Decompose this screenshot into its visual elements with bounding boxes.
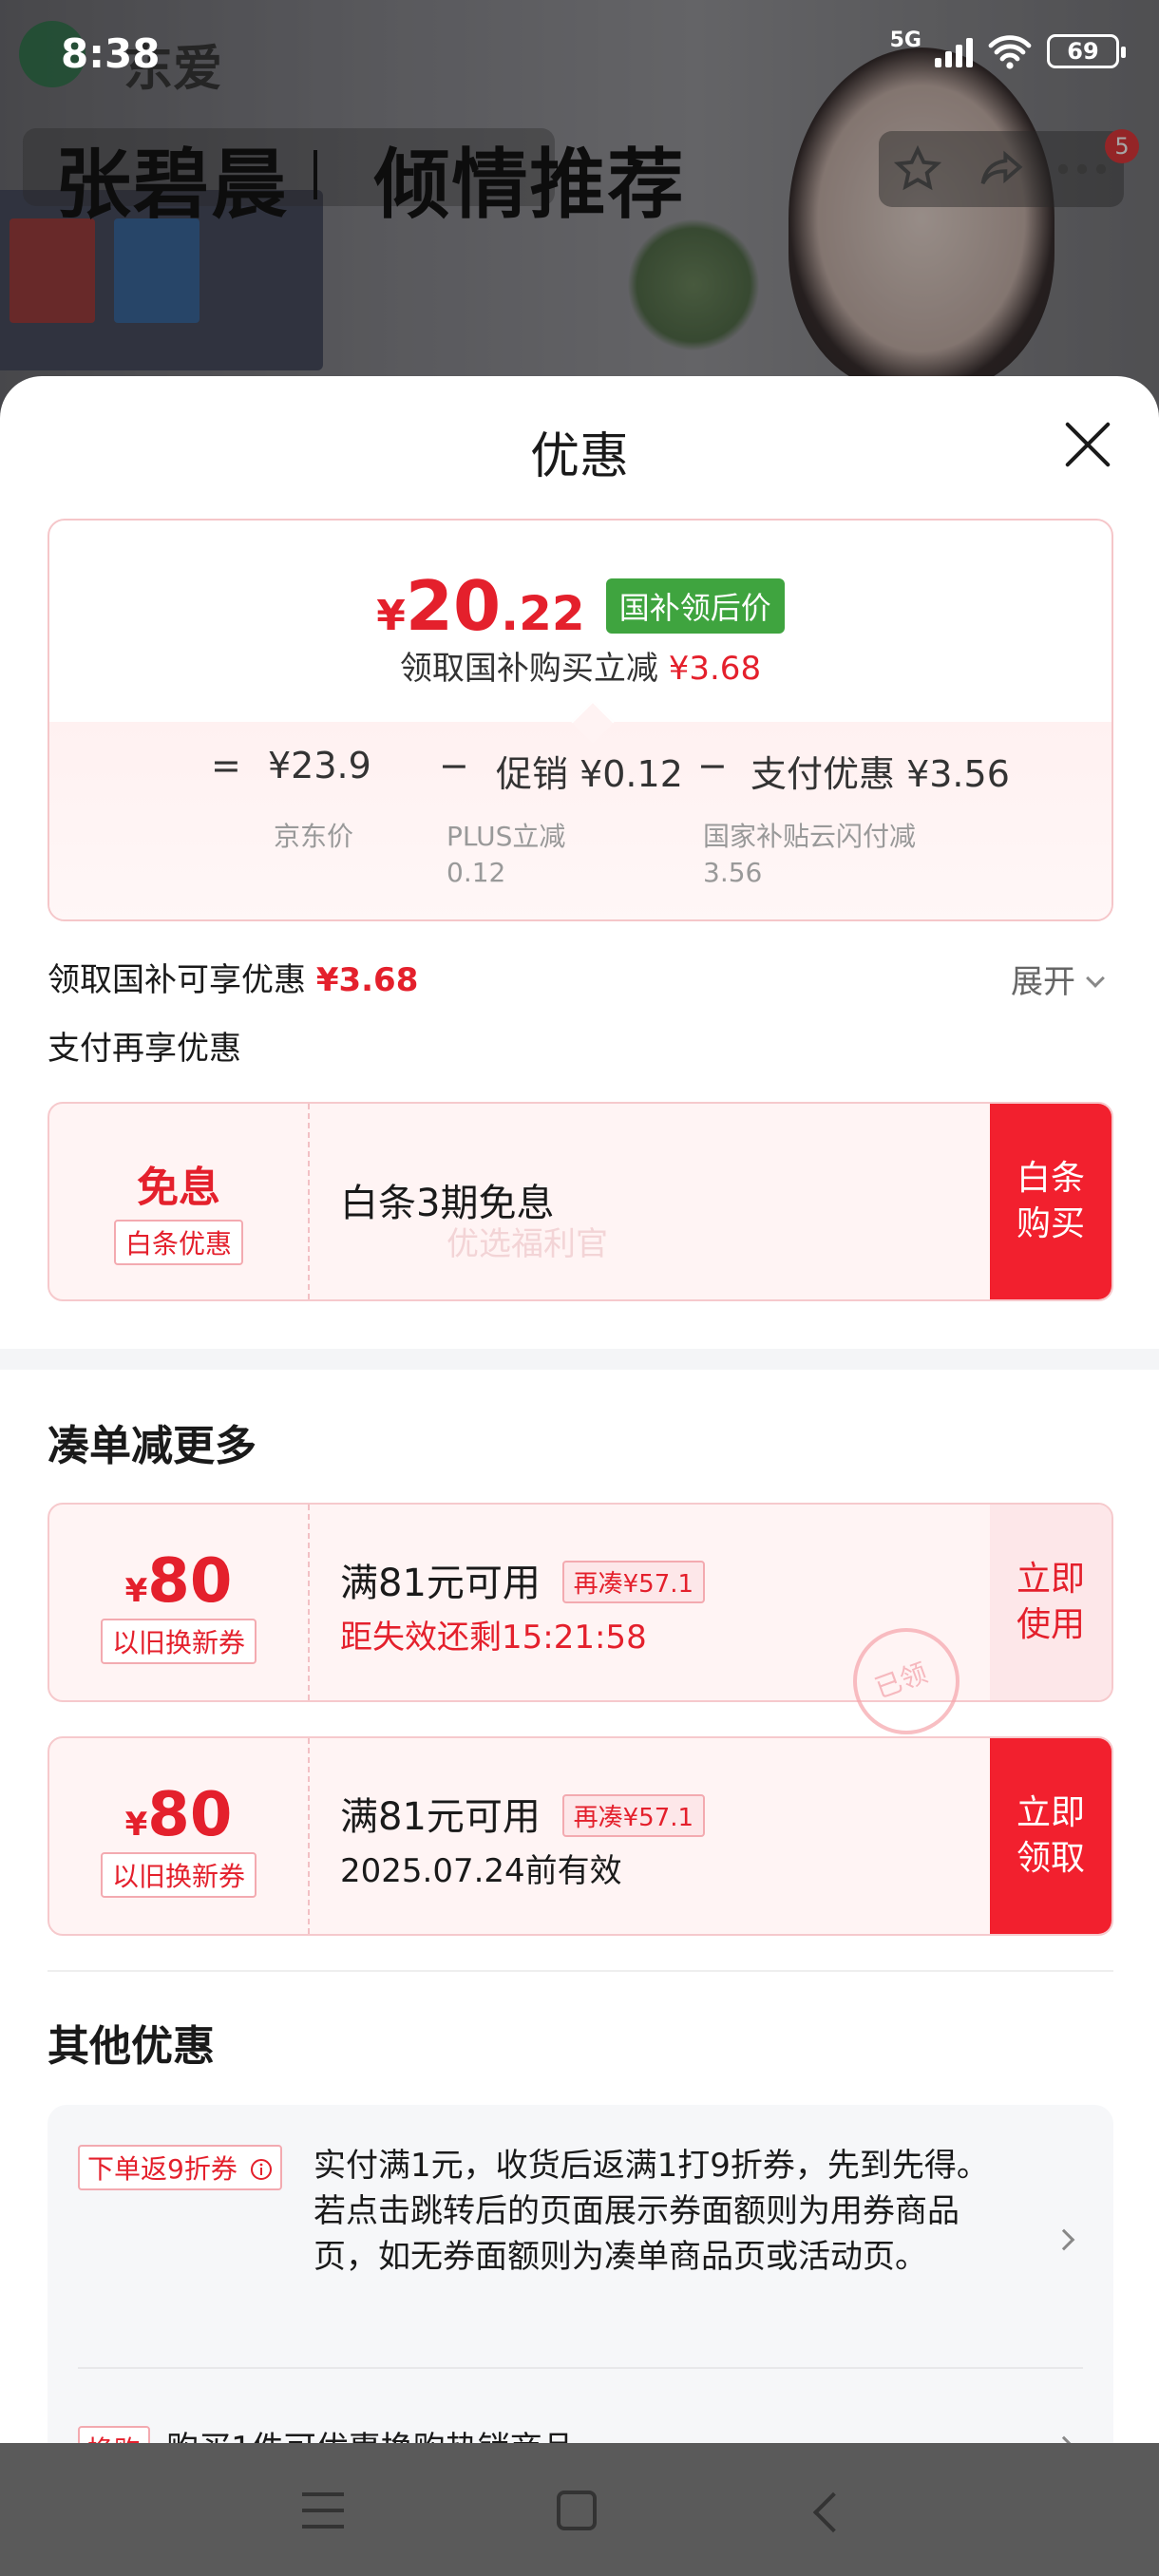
price-card: ¥ 20 .22 国补领后价 领取国补购买立减 ¥3.68 = ¥23.9 − … [48, 519, 1113, 921]
info-icon[interactable] [250, 2158, 273, 2181]
rebate-description: 实付满1元，收货后返满1打9折券，先到先得。若点击跳转后的页面展示券面额则为用券… [314, 2147, 989, 2276]
subsidy-price-tag: 国补领后价 [605, 578, 785, 634]
wifi-icon [988, 35, 1032, 69]
list-item[interactable]: 换购 购买1件可优惠换购热销商品 [78, 2422, 575, 2443]
use-now-button[interactable]: 立即 使用 [990, 1505, 1112, 1700]
final-price: ¥ 20 .22 国补领后价 [49, 566, 1112, 646]
coupon-left: 免息 白条优惠 [49, 1104, 310, 1299]
battery-icon: 69 [1047, 34, 1126, 68]
subsidy-row: 领取国补可享优惠 ¥3.68 [48, 961, 419, 999]
watermark-text: 优选福利官 [446, 1225, 608, 1263]
network-type: 5G [889, 28, 922, 52]
signal-icon [935, 35, 973, 67]
chevron-down-icon [1086, 969, 1105, 988]
status-indicators: 5G 69 [890, 28, 1126, 70]
more-section-title: 凑单减更多 [48, 1422, 256, 1470]
price-formula: = ¥23.9 − 促销 ¥0.12 − 支付优惠 ¥3.56 [211, 745, 1010, 795]
coupon-condition: 满81元可用 [340, 1795, 541, 1839]
home-icon[interactable] [557, 2491, 597, 2530]
coupon-gap-pill: 再凑¥57.1 [561, 1794, 706, 1837]
note-plus: PLUS立减 0.12 [446, 821, 566, 888]
status-bar: 8:38 5G 69 [0, 0, 1159, 110]
back-icon[interactable] [812, 2491, 854, 2533]
coupon-gap-pill: 再凑¥57.1 [561, 1561, 706, 1603]
coupon-card: ¥80 以旧换新券 满81元可用 再凑¥57.1 2025.07.24前有效 立… [48, 1736, 1113, 1936]
menu-icon[interactable] [302, 2492, 344, 2529]
list-item[interactable]: 下单返9折券 [78, 2145, 282, 2190]
coupon-expiry: 2025.07.24前有效 [340, 1852, 622, 1890]
coupon-countdown: 距失效还剩15:21:58 [340, 1619, 647, 1657]
price-summary: ¥ 20 .22 国补领后价 领取国补购买立减 ¥3.68 [49, 521, 1112, 722]
system-nav-bar [0, 2443, 1159, 2576]
other-offers-list: 下单返9折券 实付满1元，收货后返满1打9折券，先到先得。若点击跳转后的页面展示… [48, 2105, 1113, 2443]
exchange-description: 购买1件可优惠换购热销商品 [166, 2430, 575, 2443]
pay-more-label: 支付再享优惠 [48, 1030, 241, 1068]
note-jd-price: 京东价 [274, 821, 354, 852]
expand-toggle[interactable]: 展开 [1011, 956, 1105, 1002]
discount-sheet: 优惠 ¥ 20 .22 国补领后价 领取国补购买立减 ¥3.68 = ¥23.9… [0, 376, 1159, 2443]
status-time: 8:38 [61, 30, 161, 77]
other-section-title: 其他优惠 [48, 2022, 215, 2071]
chevron-right-icon[interactable] [1053, 2435, 1075, 2443]
sheet-title: 优惠 [529, 428, 629, 485]
section-separator [0, 1349, 1159, 1370]
chevron-right-icon[interactable] [1053, 2228, 1075, 2251]
divider [78, 2367, 1083, 2369]
divider [48, 1970, 1113, 1972]
exchange-tag: 换购 [78, 2426, 151, 2443]
claimed-stamp: 已领 [853, 1628, 960, 1734]
coupon-condition: 满81元可用 [340, 1562, 541, 1605]
price-subtitle: 领取国补购买立减 ¥3.68 [399, 650, 762, 688]
baitiao-buy-button[interactable]: 白条 购买 [990, 1104, 1112, 1299]
rebate-tag: 下单返9折券 [78, 2145, 282, 2190]
claim-now-button[interactable]: 立即 领取 [990, 1738, 1112, 1934]
note-national-subsidy: 国家补贴云闪付减 3.56 [703, 821, 917, 888]
close-icon[interactable] [1062, 418, 1113, 469]
baitiao-coupon: 免息 白条优惠 白条3期免息 白条 购买 [48, 1102, 1113, 1301]
